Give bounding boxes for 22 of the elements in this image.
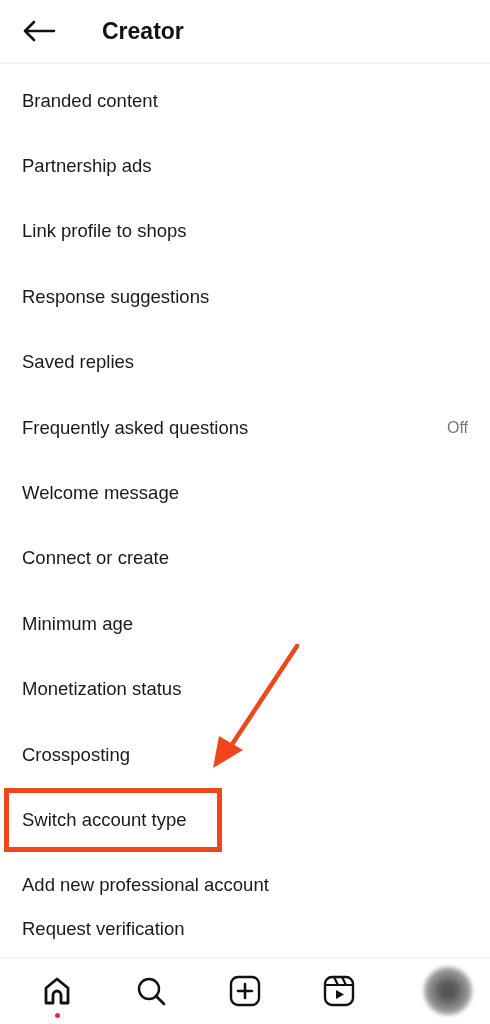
menu-item[interactable]: Connect or create bbox=[22, 547, 170, 570]
setting-value: Off bbox=[446, 418, 468, 437]
notification-dot bbox=[54, 1013, 60, 1018]
page-title: Creator bbox=[102, 17, 184, 45]
menu-item[interactable]: Request verification bbox=[22, 918, 185, 941]
avatar-icon[interactable] bbox=[424, 967, 472, 1015]
reels-icon[interactable] bbox=[323, 975, 355, 1007]
menu-item[interactable]: Add new professional account bbox=[22, 874, 269, 897]
menu-item[interactable]: Response suggestions bbox=[22, 285, 210, 308]
menu-item[interactable]: Branded content bbox=[22, 89, 158, 112]
back-arrow-icon[interactable] bbox=[22, 20, 56, 42]
menu-item[interactable]: Welcome message bbox=[22, 482, 179, 505]
menu-item[interactable]: Monetization status bbox=[22, 678, 182, 701]
search-icon[interactable] bbox=[135, 975, 167, 1007]
menu-item[interactable]: Partnership ads bbox=[22, 155, 152, 178]
menu-item[interactable]: Minimum age bbox=[22, 612, 134, 635]
plus-square-icon[interactable] bbox=[229, 975, 261, 1007]
menu-item[interactable]: Switch account type bbox=[22, 809, 187, 830]
menu-item[interactable]: Frequently asked questions bbox=[22, 416, 249, 439]
menu-item[interactable]: Crossposting bbox=[22, 743, 130, 766]
menu-item[interactable]: Saved replies bbox=[22, 351, 135, 374]
menu-item[interactable]: Link profile to shops bbox=[22, 220, 187, 243]
